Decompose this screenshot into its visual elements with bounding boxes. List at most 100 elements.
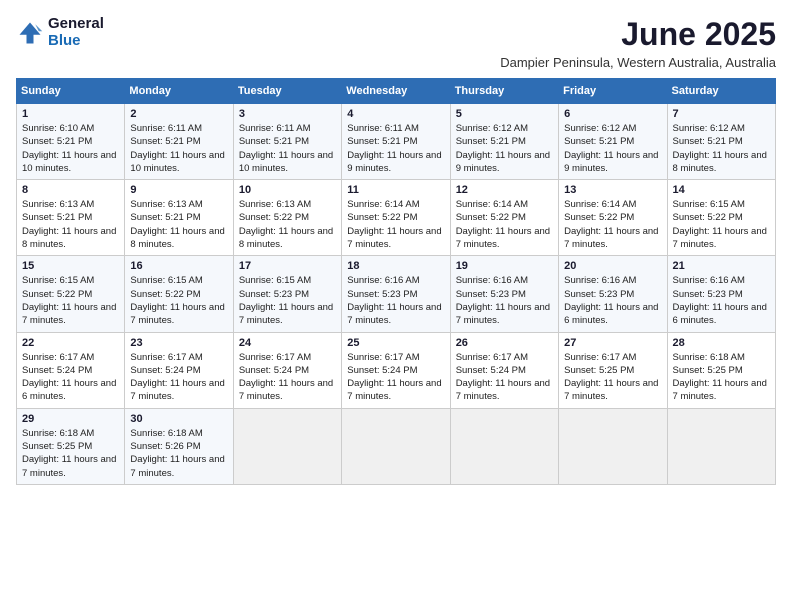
- day-number: 19: [456, 260, 553, 272]
- calendar-day-cell: [342, 408, 450, 484]
- weekday-header: Monday: [125, 79, 233, 104]
- calendar-day-cell: 1 Sunrise: 6:10 AM Sunset: 5:21 PM Dayli…: [17, 104, 125, 180]
- day-info: Sunrise: 6:15 AM Sunset: 5:23 PM Dayligh…: [239, 274, 336, 327]
- calendar-day-cell: 14 Sunrise: 6:15 AM Sunset: 5:22 PM Dayl…: [667, 180, 775, 256]
- day-info: Sunrise: 6:11 AM Sunset: 5:21 PM Dayligh…: [130, 122, 227, 175]
- calendar-day-cell: 19 Sunrise: 6:16 AM Sunset: 5:23 PM Dayl…: [450, 256, 558, 332]
- calendar-day-cell: 16 Sunrise: 6:15 AM Sunset: 5:22 PM Dayl…: [125, 256, 233, 332]
- calendar-day-cell: 5 Sunrise: 6:12 AM Sunset: 5:21 PM Dayli…: [450, 104, 558, 180]
- calendar-day-cell: 28 Sunrise: 6:18 AM Sunset: 5:25 PM Dayl…: [667, 332, 775, 408]
- day-info: Sunrise: 6:14 AM Sunset: 5:22 PM Dayligh…: [456, 198, 553, 251]
- day-info: Sunrise: 6:14 AM Sunset: 5:22 PM Dayligh…: [347, 198, 444, 251]
- calendar-day-cell: [559, 408, 667, 484]
- calendar-day-cell: 13 Sunrise: 6:14 AM Sunset: 5:22 PM Dayl…: [559, 180, 667, 256]
- day-info: Sunrise: 6:15 AM Sunset: 5:22 PM Dayligh…: [22, 274, 119, 327]
- day-info: Sunrise: 6:17 AM Sunset: 5:24 PM Dayligh…: [239, 351, 336, 404]
- calendar-day-cell: [233, 408, 341, 484]
- logo-icon: [16, 19, 44, 47]
- day-number: 14: [673, 184, 770, 196]
- calendar-day-cell: 15 Sunrise: 6:15 AM Sunset: 5:22 PM Dayl…: [17, 256, 125, 332]
- calendar-day-cell: 20 Sunrise: 6:16 AM Sunset: 5:23 PM Dayl…: [559, 256, 667, 332]
- day-info: Sunrise: 6:17 AM Sunset: 5:24 PM Dayligh…: [456, 351, 553, 404]
- day-info: Sunrise: 6:12 AM Sunset: 5:21 PM Dayligh…: [673, 122, 770, 175]
- calendar-header: SundayMondayTuesdayWednesdayThursdayFrid…: [17, 79, 776, 104]
- calendar-day-cell: 11 Sunrise: 6:14 AM Sunset: 5:22 PM Dayl…: [342, 180, 450, 256]
- calendar-week-row: 22 Sunrise: 6:17 AM Sunset: 5:24 PM Dayl…: [17, 332, 776, 408]
- day-number: 7: [673, 108, 770, 120]
- logo-text: General Blue: [48, 16, 104, 49]
- day-info: Sunrise: 6:13 AM Sunset: 5:21 PM Dayligh…: [22, 198, 119, 251]
- day-info: Sunrise: 6:11 AM Sunset: 5:21 PM Dayligh…: [347, 122, 444, 175]
- day-number: 21: [673, 260, 770, 272]
- day-info: Sunrise: 6:18 AM Sunset: 5:25 PM Dayligh…: [22, 427, 119, 480]
- day-info: Sunrise: 6:17 AM Sunset: 5:24 PM Dayligh…: [130, 351, 227, 404]
- calendar-week-row: 8 Sunrise: 6:13 AM Sunset: 5:21 PM Dayli…: [17, 180, 776, 256]
- day-info: Sunrise: 6:10 AM Sunset: 5:21 PM Dayligh…: [22, 122, 119, 175]
- day-number: 30: [130, 413, 227, 425]
- calendar-day-cell: 8 Sunrise: 6:13 AM Sunset: 5:21 PM Dayli…: [17, 180, 125, 256]
- day-info: Sunrise: 6:15 AM Sunset: 5:22 PM Dayligh…: [130, 274, 227, 327]
- calendar-week-row: 29 Sunrise: 6:18 AM Sunset: 5:25 PM Dayl…: [17, 408, 776, 484]
- weekday-header: Tuesday: [233, 79, 341, 104]
- calendar-week-row: 15 Sunrise: 6:15 AM Sunset: 5:22 PM Dayl…: [17, 256, 776, 332]
- day-info: Sunrise: 6:16 AM Sunset: 5:23 PM Dayligh…: [564, 274, 661, 327]
- day-info: Sunrise: 6:16 AM Sunset: 5:23 PM Dayligh…: [673, 274, 770, 327]
- day-info: Sunrise: 6:16 AM Sunset: 5:23 PM Dayligh…: [347, 274, 444, 327]
- day-info: Sunrise: 6:17 AM Sunset: 5:24 PM Dayligh…: [22, 351, 119, 404]
- day-number: 1: [22, 108, 119, 120]
- day-info: Sunrise: 6:15 AM Sunset: 5:22 PM Dayligh…: [673, 198, 770, 251]
- day-info: Sunrise: 6:16 AM Sunset: 5:23 PM Dayligh…: [456, 274, 553, 327]
- day-number: 6: [564, 108, 661, 120]
- calendar-day-cell: 21 Sunrise: 6:16 AM Sunset: 5:23 PM Dayl…: [667, 256, 775, 332]
- day-number: 18: [347, 260, 444, 272]
- day-number: 13: [564, 184, 661, 196]
- calendar-week-row: 1 Sunrise: 6:10 AM Sunset: 5:21 PM Dayli…: [17, 104, 776, 180]
- day-number: 12: [456, 184, 553, 196]
- calendar-day-cell: 29 Sunrise: 6:18 AM Sunset: 5:25 PM Dayl…: [17, 408, 125, 484]
- calendar-day-cell: 30 Sunrise: 6:18 AM Sunset: 5:26 PM Dayl…: [125, 408, 233, 484]
- weekday-row: SundayMondayTuesdayWednesdayThursdayFrid…: [17, 79, 776, 104]
- day-number: 2: [130, 108, 227, 120]
- calendar-day-cell: 4 Sunrise: 6:11 AM Sunset: 5:21 PM Dayli…: [342, 104, 450, 180]
- calendar-day-cell: 18 Sunrise: 6:16 AM Sunset: 5:23 PM Dayl…: [342, 256, 450, 332]
- calendar-day-cell: 25 Sunrise: 6:17 AM Sunset: 5:24 PM Dayl…: [342, 332, 450, 408]
- day-number: 22: [22, 337, 119, 349]
- calendar-day-cell: 3 Sunrise: 6:11 AM Sunset: 5:21 PM Dayli…: [233, 104, 341, 180]
- calendar-day-cell: 12 Sunrise: 6:14 AM Sunset: 5:22 PM Dayl…: [450, 180, 558, 256]
- calendar-day-cell: 24 Sunrise: 6:17 AM Sunset: 5:24 PM Dayl…: [233, 332, 341, 408]
- subtitle: Dampier Peninsula, Western Australia, Au…: [500, 55, 776, 70]
- day-info: Sunrise: 6:18 AM Sunset: 5:26 PM Dayligh…: [130, 427, 227, 480]
- day-number: 8: [22, 184, 119, 196]
- day-number: 3: [239, 108, 336, 120]
- calendar-day-cell: 2 Sunrise: 6:11 AM Sunset: 5:21 PM Dayli…: [125, 104, 233, 180]
- day-number: 28: [673, 337, 770, 349]
- weekday-header: Friday: [559, 79, 667, 104]
- day-number: 9: [130, 184, 227, 196]
- calendar-day-cell: 17 Sunrise: 6:15 AM Sunset: 5:23 PM Dayl…: [233, 256, 341, 332]
- day-number: 23: [130, 337, 227, 349]
- calendar-day-cell: 23 Sunrise: 6:17 AM Sunset: 5:24 PM Dayl…: [125, 332, 233, 408]
- day-number: 25: [347, 337, 444, 349]
- day-info: Sunrise: 6:12 AM Sunset: 5:21 PM Dayligh…: [456, 122, 553, 175]
- calendar-day-cell: 10 Sunrise: 6:13 AM Sunset: 5:22 PM Dayl…: [233, 180, 341, 256]
- logo-general: General: [48, 16, 104, 33]
- weekday-header: Wednesday: [342, 79, 450, 104]
- day-number: 4: [347, 108, 444, 120]
- day-number: 10: [239, 184, 336, 196]
- day-number: 5: [456, 108, 553, 120]
- logo-blue: Blue: [48, 33, 104, 50]
- calendar-day-cell: [667, 408, 775, 484]
- weekday-header: Thursday: [450, 79, 558, 104]
- day-info: Sunrise: 6:17 AM Sunset: 5:25 PM Dayligh…: [564, 351, 661, 404]
- day-info: Sunrise: 6:18 AM Sunset: 5:25 PM Dayligh…: [673, 351, 770, 404]
- calendar-day-cell: [450, 408, 558, 484]
- calendar-day-cell: 6 Sunrise: 6:12 AM Sunset: 5:21 PM Dayli…: [559, 104, 667, 180]
- calendar-day-cell: 26 Sunrise: 6:17 AM Sunset: 5:24 PM Dayl…: [450, 332, 558, 408]
- calendar-day-cell: 7 Sunrise: 6:12 AM Sunset: 5:21 PM Dayli…: [667, 104, 775, 180]
- day-number: 11: [347, 184, 444, 196]
- day-number: 20: [564, 260, 661, 272]
- day-info: Sunrise: 6:13 AM Sunset: 5:21 PM Dayligh…: [130, 198, 227, 251]
- day-number: 29: [22, 413, 119, 425]
- weekday-header: Sunday: [17, 79, 125, 104]
- calendar-day-cell: 9 Sunrise: 6:13 AM Sunset: 5:21 PM Dayli…: [125, 180, 233, 256]
